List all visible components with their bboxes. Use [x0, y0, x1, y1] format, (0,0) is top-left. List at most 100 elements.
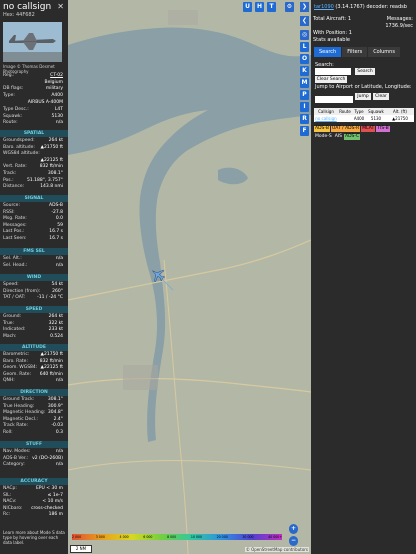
wind-row: Speed: 54 kt — [3, 282, 63, 289]
field-value: 0.0 — [55, 216, 63, 222]
reg-row: DB flags: military — [3, 86, 63, 93]
source-badge: UAT / ADS-R — [330, 126, 361, 132]
field-label: Reg.: — [3, 73, 15, 78]
field-value[interactable]: CT-02 — [50, 73, 63, 80]
map-view[interactable]: U H T ⚙ ❯ ❮ ◎ LOKMPIRF + − 2 NM 2 000 3 0… — [68, 0, 311, 554]
legend-tick-label: 10 000 — [190, 535, 202, 539]
signal-row: Last Pos.: 16.7 s — [3, 229, 63, 236]
table-cell — [338, 115, 352, 122]
field-label: Source: — [3, 203, 20, 208]
field-value: military — [45, 86, 63, 92]
field-value: 832 ft/min — [39, 164, 63, 170]
tab-search[interactable]: Search — [314, 47, 342, 57]
column-header[interactable]: Type — [352, 108, 366, 115]
field-value: n/a — [55, 120, 63, 126]
signal-row: Source: ADS-B — [3, 203, 63, 210]
legend-tick-label: 40 000+ — [268, 535, 282, 539]
section-altitude: ALTITUDE — [0, 344, 68, 351]
settings-gear-icon[interactable]: ⚙ — [285, 2, 294, 12]
map-button-o[interactable]: O — [300, 54, 309, 64]
altitude-list: Barometric: ▲21750 ft Baro. Rate: 832 ft/mi… — [3, 352, 63, 385]
total-aircraft-label: Total Aircraft: — [313, 16, 347, 22]
close-icon[interactable]: ✕ — [57, 2, 64, 11]
field-label: Sel. Head.: — [3, 262, 28, 268]
messages-label: Messages: — [386, 16, 413, 22]
map-button-u[interactable]: U — [243, 2, 252, 12]
field-label: Track Rate: — [3, 423, 29, 429]
tab-columns[interactable]: Columns — [368, 47, 400, 57]
signal-row: Last Seen: 16.7 s — [3, 236, 63, 243]
spatial-row: Groundspeed: 264 kt — [3, 138, 63, 145]
expand-right-icon[interactable]: ❯ — [300, 2, 309, 12]
app-title: tar1090 (3.14.1767) decoder: readsb — [314, 4, 407, 10]
tar1090-link[interactable]: tar1090 — [314, 4, 334, 10]
field-value: 186 m — [48, 512, 63, 518]
zoom-out-button[interactable]: − — [289, 536, 298, 546]
aircraft-silhouette-icon — [3, 22, 62, 62]
wind-row: TAT / OAT: -11 / -24 °C — [3, 295, 63, 302]
direction-row: Ground Track: 308.1° — [3, 397, 63, 404]
map-button-t[interactable]: T — [267, 2, 276, 12]
wind-list: Speed: 54 kt Direction (from): 260° TAT / OA… — [3, 282, 63, 302]
table-cell[interactable]: no callsign — [314, 115, 338, 122]
speed-row: Ground: 264 kt — [3, 314, 63, 321]
signal-row: Msg. Rate: 0.0 — [3, 216, 63, 223]
jump-input[interactable] — [315, 96, 353, 103]
source-legend-row-2: Mode-S AIS ADS-C — [314, 133, 414, 140]
field-value: ADS-B — [49, 203, 63, 208]
legend-ticks: 2 000 3 000 4 000 6 000 8 000 10 000 20 000 30 … — [72, 535, 282, 539]
field-value: ▲21750 ft — [40, 352, 63, 357]
field-label: QNH: — [3, 378, 15, 384]
field-label: Magnetic Heading: — [3, 410, 46, 416]
zoom-in-button[interactable]: + — [289, 524, 298, 534]
registration-list: Reg.: CT-02 Belgium DB flags: military Type: A… — [3, 73, 63, 99]
search-input[interactable] — [315, 68, 351, 75]
map-button-p[interactable]: P — [300, 90, 309, 100]
fms-row: Sel. Head.: n/a — [3, 263, 63, 270]
column-header[interactable]: Route — [338, 108, 352, 115]
legend-tick-label: 3 000 — [95, 535, 105, 539]
field-value: n/a — [55, 262, 63, 268]
field-value: ▲21750 ft — [40, 144, 63, 150]
field-value: 0.524 — [50, 333, 63, 339]
footer-note: Learn more about Mode S data type by hov… — [3, 530, 65, 545]
aircraft-name: AIRBUS A-400M — [3, 100, 63, 107]
field-label: Geom. WGS84: — [3, 365, 38, 371]
search-button[interactable]: Search — [355, 68, 375, 75]
stuff-row: Nav. Modes: n/a — [3, 449, 63, 456]
source-badge: ADS-B — [314, 126, 330, 132]
map-button-m[interactable]: M — [300, 78, 309, 88]
speed-row: Indicated: 233 kt — [3, 327, 63, 334]
table-cell: ▲21750 — [392, 116, 408, 121]
map-button-f[interactable]: F — [300, 126, 309, 136]
tab-filters[interactable]: Filters — [342, 47, 368, 57]
map-canvas[interactable] — [68, 0, 311, 554]
source-legend-row-1: ADS-B UAT / ADS-R MLAT TIS-B — [314, 125, 414, 132]
clear-button[interactable]: Clear — [373, 93, 389, 100]
column-header[interactable]: Callsign — [314, 108, 338, 115]
speed-list: Ground: 264 kt True: 322 kt Indicated: 233 kt… — [3, 314, 63, 340]
field-label: Distance: — [3, 184, 25, 190]
source-badge: MLAT — [361, 126, 376, 132]
map-button-k[interactable]: K — [300, 66, 309, 76]
clear-search-button[interactable]: Clear Search — [315, 76, 347, 83]
column-header[interactable]: Alt. (ft) — [386, 108, 414, 115]
direction-list: Ground Track: 308.1° True Heading: 300.9° Ma… — [3, 397, 63, 437]
map-button-h[interactable]: H — [255, 2, 264, 12]
aircraft-name-text: AIRBUS A-400M — [27, 100, 63, 105]
map-button-r[interactable]: R — [300, 114, 309, 124]
field-label: Type: — [3, 92, 15, 98]
field-label: Groundspeed: — [3, 138, 35, 143]
table-row[interactable]: no callsign A400 5130 ▲21750 — [314, 115, 414, 122]
location-target-icon[interactable]: ◎ — [300, 30, 309, 40]
map-button-i[interactable]: I — [300, 102, 309, 112]
map-button-l[interactable]: L — [300, 42, 309, 52]
field-label: NACp: — [3, 486, 17, 491]
field-label: Nav. Modes: — [3, 449, 31, 454]
collapse-left-icon[interactable]: ❮ — [300, 16, 309, 26]
jump-button[interactable]: Jump — [355, 93, 371, 100]
legend-tick-label: 6 000 — [143, 535, 153, 539]
legend-tick-label: 4 000 — [119, 535, 129, 539]
aircraft-photo[interactable] — [3, 22, 62, 62]
column-header[interactable]: Squawk — [366, 108, 386, 115]
